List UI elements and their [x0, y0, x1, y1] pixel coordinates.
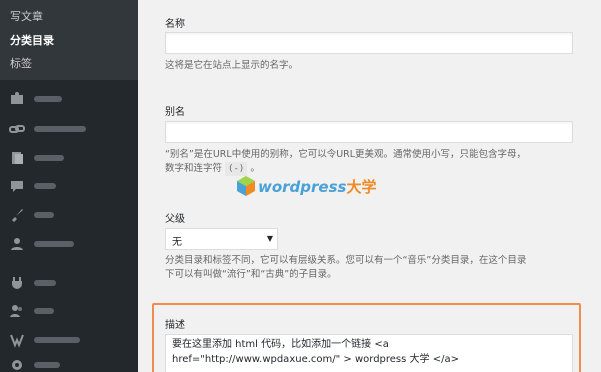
appearance-icon [12, 209, 23, 222]
submenu-item-new-post[interactable]: 写文章 [10, 10, 43, 24]
menu-item-users[interactable] [0, 298, 138, 324]
description-line2: href="http://www.wpdaxue.com/" > wordpre… [172, 354, 459, 365]
watermark-latin: wordpress [258, 178, 347, 196]
parent-hint-line2: 下可以有叫做“流行”和“古典”的子目录。 [165, 269, 337, 280]
slug-field[interactable] [165, 121, 573, 143]
description-textarea[interactable]: 要在这里添加 html 代码，比如添加一个链接 <a href="http://… [165, 334, 573, 372]
name-field[interactable] [165, 32, 573, 54]
parent-select[interactable]: 无 ▼ [165, 228, 278, 250]
menu-item-appearance[interactable] [0, 202, 138, 228]
plugins-icon [12, 277, 22, 289]
slug-label: 别名 [165, 107, 185, 118]
watermark-cn: 大学 [346, 178, 377, 196]
contact-icon [11, 238, 23, 250]
settings-icon [12, 360, 22, 370]
description-label: 描述 [165, 320, 185, 331]
name-hint: 这将是它在站点上显示的名字。 [165, 60, 299, 71]
media-icon [11, 92, 23, 104]
parent-label: 父级 [165, 214, 185, 225]
admin-sidebar: 写文章 分类目录 标签 [0, 0, 138, 372]
slug-hint-line2: 数字和连字符 [165, 163, 223, 174]
slug-hint-line1: “别名”是在URL中使用的别称，它可以令URL更美观。通常使用小写，只能包含字母… [165, 149, 527, 160]
menu-item-snippets[interactable] [0, 327, 138, 353]
menu-item-contact[interactable] [0, 231, 138, 257]
menu-item-links[interactable] [0, 116, 138, 142]
users-icon [10, 305, 22, 317]
submenu-item-categories[interactable]: 分类目录 [10, 34, 54, 48]
watermark-text: wordpress大学 [258, 176, 376, 197]
chevron-down-icon: ▼ [266, 234, 273, 243]
parent-hint: 分类目录和标签不同，它可以有层级关系。您可以有一个“音乐”分类目录，在这个目录 … [165, 254, 595, 282]
hyphen-code: (-) [225, 162, 248, 176]
links-icon [9, 125, 25, 133]
menu-item-settings[interactable] [0, 352, 138, 372]
menu-item-plugins[interactable] [0, 270, 138, 296]
name-label: 名称 [165, 19, 185, 30]
submenu-item-tags[interactable]: 标签 [10, 57, 32, 71]
menu-item-comments[interactable] [0, 173, 138, 199]
menu-item-pages[interactable] [0, 145, 138, 171]
pages-icon [12, 152, 23, 164]
slug-hint-suffix: 。 [250, 163, 260, 174]
posts-submenu: 写文章 分类目录 标签 [0, 0, 138, 80]
parent-select-value: 无 [172, 237, 182, 248]
wpdaxue-logo-icon [237, 176, 255, 196]
snippets-icon [10, 334, 24, 348]
comments-icon [11, 181, 23, 192]
description-line1: 要在这里添加 html 代码，比如添加一个链接 <a [172, 339, 389, 350]
menu-item-media[interactable] [0, 86, 138, 112]
parent-hint-line1: 分类目录和标签不同，它可以有层级关系。您可以有一个“音乐”分类目录，在这个目录 [165, 255, 527, 266]
slug-hint: “别名”是在URL中使用的别称，它可以令URL更美观。通常使用小写，只能包含字母… [165, 148, 585, 176]
